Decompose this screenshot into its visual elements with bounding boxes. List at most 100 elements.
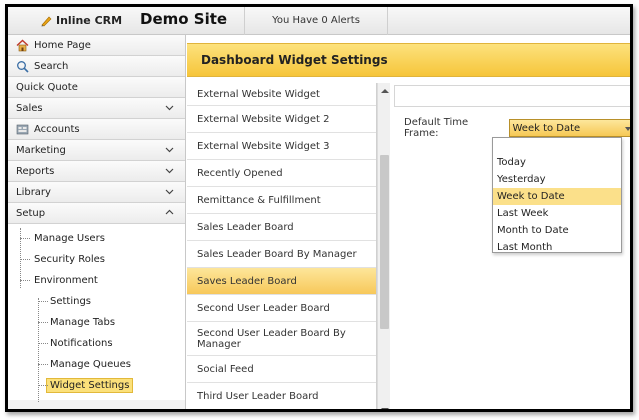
tree-label: Notifications	[50, 338, 113, 349]
nav-home-page[interactable]: Home Page	[8, 35, 185, 56]
nav-marketing[interactable]: Marketing	[8, 140, 185, 161]
tree-item-settings[interactable]: Settings	[8, 291, 185, 312]
tree-item-manage-users[interactable]: Manage Users	[8, 228, 185, 249]
tree-connector	[38, 364, 48, 365]
time-frame-option[interactable]: Month to Date	[493, 222, 621, 239]
chevron-down-icon[interactable]	[164, 186, 175, 197]
tree-connector	[20, 238, 30, 239]
widget-list-item[interactable]: Sales Leader Board By Manager	[187, 241, 376, 268]
page-title: Dashboard Widget Settings	[187, 43, 630, 77]
widget-list-item[interactable]: External Website Widget 2	[187, 106, 376, 133]
tree-item-widget-settings[interactable]: Widget Settings	[8, 375, 185, 396]
left-nav: Home Page Search Quick Quote Sales Accou…	[8, 35, 186, 409]
widget-list-item[interactable]: External Website Widget	[187, 83, 376, 106]
alerts-indicator[interactable]: You Have 0 Alerts	[244, 7, 388, 35]
scroll-thumb[interactable]	[380, 155, 389, 329]
widget-list-item[interactable]: Sales Leader Board	[187, 214, 376, 241]
time-frame-value: Week to Date	[512, 122, 581, 134]
nav-search[interactable]: Search	[8, 56, 185, 77]
chevron-up-icon[interactable]	[164, 207, 175, 218]
accounts-icon	[16, 124, 29, 134]
tree-connector	[38, 385, 48, 386]
nav-label: Accounts	[34, 123, 80, 135]
widget-list-item[interactable]: External Website Widget 3	[187, 133, 376, 160]
tree-item-security-roles[interactable]: Security Roles	[8, 249, 185, 270]
widget-list: External Website Widget External Website …	[187, 83, 377, 409]
widget-label: Saves Leader Board	[197, 275, 297, 287]
nav-accounts[interactable]: Accounts	[8, 119, 185, 140]
nav-reports[interactable]: Reports	[8, 161, 185, 182]
time-frame-dropdown: Today Yesterday Week to Date Last Week Month…	[492, 137, 622, 253]
app-name: Inline CRM	[56, 14, 123, 27]
time-frame-option[interactable]: Last Month	[493, 239, 621, 256]
settings-toolbar	[394, 85, 630, 107]
widget-list-item[interactable]: Social Feed	[187, 356, 376, 383]
tree-label: Environment	[34, 275, 98, 286]
nav-label: Marketing	[16, 144, 66, 156]
top-bar: Inline CRM Demo Site You Have 0 Alerts	[8, 7, 630, 35]
time-frame-select[interactable]: Week to Date	[508, 119, 630, 137]
tree-connector	[38, 343, 48, 344]
time-frame-label: Default Time Frame:	[404, 117, 469, 139]
pen-logo-icon	[41, 16, 52, 26]
widget-label: Second User Leader Board	[197, 302, 330, 314]
nav-label: Reports	[16, 165, 55, 177]
widget-label: Third User Leader Board	[197, 390, 319, 402]
nav-sales[interactable]: Sales	[8, 98, 185, 119]
home-icon	[16, 39, 29, 51]
scroll-down-arrow-icon[interactable]	[381, 408, 389, 409]
time-frame-option[interactable]: Last Week	[493, 205, 621, 222]
chevron-down-icon[interactable]	[164, 144, 175, 155]
widget-list-item[interactable]: Second User Leader Board By Manager	[187, 322, 376, 356]
tree-item-manage-queues[interactable]: Manage Queues	[8, 354, 185, 375]
time-frame-row: Default Time Frame: Week to Date	[404, 117, 630, 139]
nav-label: Search	[34, 60, 69, 72]
app-window: Inline CRM Demo Site You Have 0 Alerts H…	[5, 4, 633, 412]
widget-label: External Website Widget 3	[197, 140, 330, 152]
widget-label: External Website Widget 2	[197, 113, 330, 125]
setup-tree: Manage Users Security Roles Environment …	[8, 224, 185, 402]
widget-label: Second User Leader Board By Manager	[197, 327, 346, 350]
tree-connector	[20, 259, 30, 260]
nav-label: Sales	[16, 102, 43, 114]
time-frame-option[interactable]: Week to Date	[493, 188, 621, 205]
nav-label: Home Page	[34, 39, 91, 51]
widget-label: External Website Widget	[197, 88, 320, 100]
nav-library[interactable]: Library	[8, 182, 185, 203]
tree-label: Manage Users	[34, 233, 105, 244]
brand[interactable]: Inline CRM	[40, 14, 122, 27]
tree-label: Manage Tabs	[50, 317, 116, 328]
nav-label: Library	[16, 186, 51, 198]
time-frame-option[interactable]: Yesterday	[493, 171, 621, 188]
widget-label: Sales Leader Board By Manager	[197, 248, 357, 260]
widget-label: Social Feed	[197, 363, 254, 375]
nav-setup[interactable]: Setup	[8, 203, 185, 224]
widget-list-item[interactable]: Second User Leader Board	[187, 295, 376, 322]
settings-panel: Default Time Frame: Week to Date Today Ye…	[394, 83, 630, 409]
tree-item-manage-tabs[interactable]: Manage Tabs	[8, 312, 185, 333]
widget-list-item[interactable]: Recently Opened	[187, 160, 376, 187]
chevron-down-icon[interactable]	[164, 102, 175, 113]
tree-connector	[20, 280, 30, 281]
nav-label: Setup	[16, 207, 46, 219]
scroll-up-arrow-icon[interactable]	[381, 89, 389, 93]
tree-label: Settings	[50, 296, 92, 307]
widget-list-item[interactable]: Third User Leader Board	[187, 383, 376, 409]
tree-label: Security Roles	[34, 254, 106, 265]
time-frame-option[interactable]: Today	[493, 154, 621, 171]
widget-list-item[interactable]: Saves Leader Board	[187, 268, 376, 295]
widget-list-item[interactable]: Remittance & Fulfillment	[187, 187, 376, 214]
widget-list-scrollbar[interactable]	[377, 83, 390, 409]
tree-item-environment[interactable]: Environment	[8, 270, 185, 291]
nav-label: Quick Quote	[16, 81, 78, 93]
widget-label: Remittance & Fulfillment	[197, 194, 321, 206]
search-icon	[17, 60, 29, 73]
tree-label: Widget Settings	[46, 378, 134, 393]
nav-quick-quote[interactable]: Quick Quote	[8, 77, 185, 98]
widget-label: Recently Opened	[197, 167, 283, 179]
site-name: Demo Site	[140, 10, 228, 28]
tree-label: Manage Queues	[50, 359, 131, 370]
widget-label: Sales Leader Board	[197, 221, 294, 233]
chevron-down-icon[interactable]	[164, 165, 175, 176]
tree-item-notifications[interactable]: Notifications	[8, 333, 185, 354]
